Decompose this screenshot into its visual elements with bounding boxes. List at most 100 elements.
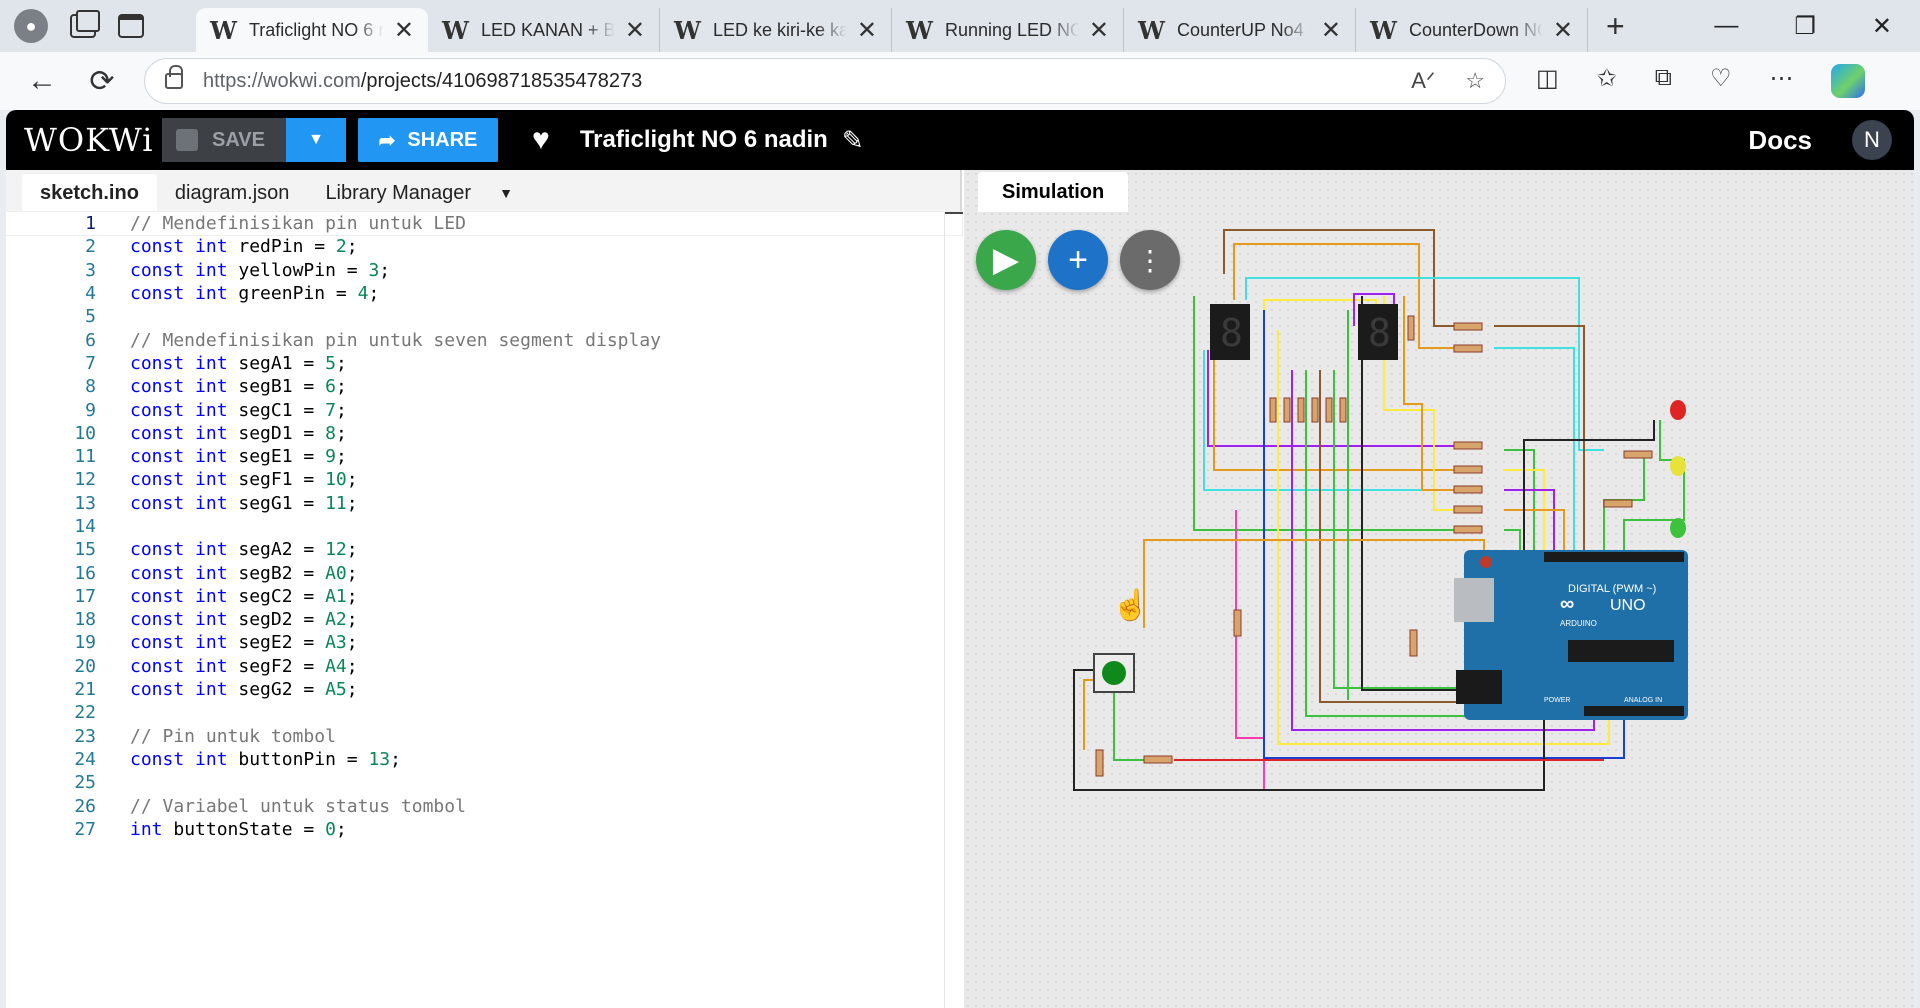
url-text[interactable]: https://wokwi.com/projects/4106987185354… [203, 70, 1411, 93]
share-button[interactable]: ➦ SHARE [358, 118, 498, 162]
wire-orange-top[interactable] [1233, 243, 1454, 349]
wire-green-led[interactable] [1623, 480, 1685, 550]
code-line[interactable]: 10 const int segD1 = 8; [6, 422, 962, 445]
line-number: 10 [74, 422, 96, 444]
browser-tab[interactable]: W CounterUP No4 nadin ✕ [1124, 8, 1356, 52]
new-tab-button[interactable]: + [1606, 8, 1625, 45]
arduino-uno-board[interactable]: DIGITAL (PWM ~) ∞ UNO ARDUINO POWER ANAL… [1454, 550, 1688, 720]
circuit-diagram[interactable]: 8 8 DIGITAL (PWM ~) ∞ UNO ARDUINO POWER … [964, 170, 1914, 1008]
code-line[interactable]: 6 // Mendefinisikan pin untuk seven segme… [6, 328, 962, 351]
code-text: // Pin untuk tombol [130, 725, 336, 747]
tab-strip-left-controls: ● [0, 9, 196, 43]
code-line[interactable]: 1 // Mendefinisikan pin untuk LED [6, 210, 963, 237]
led-yellow[interactable] [1670, 456, 1686, 476]
code-line[interactable]: 11 const int segE1 = 9; [6, 445, 962, 468]
code-line[interactable]: 3 const int yellowPin = 3; [6, 259, 962, 282]
favorites-icon[interactable]: ✩ [1597, 64, 1617, 98]
close-tab-icon[interactable]: ✕ [1089, 16, 1109, 45]
wire-purple-mid[interactable] [1207, 350, 1464, 447]
code-line[interactable]: 15 const int segA2 = 12; [6, 538, 962, 561]
reset-button[interactable] [1480, 556, 1492, 568]
seven-segment-display-2[interactable]: 8 [1358, 304, 1398, 360]
tab-diagram-json[interactable]: diagram.json [157, 174, 308, 212]
refresh-button[interactable]: ⟳ [72, 64, 132, 99]
restore-icon[interactable]: ❐ [1794, 12, 1816, 41]
code-line[interactable]: 8 const int segB1 = 6; [6, 375, 962, 398]
close-tab-icon[interactable]: ✕ [394, 16, 414, 45]
code-line[interactable]: 18 const int segD2 = A2; [6, 608, 962, 631]
push-button[interactable] [1093, 653, 1135, 693]
code-line[interactable]: 20 const int segF2 = A4; [6, 655, 962, 678]
browser-tab[interactable]: W LED KANAN + BUZZER ✕ [428, 8, 660, 52]
code-line[interactable]: 25 [6, 771, 962, 794]
browser-tab[interactable]: W Traficlight NO 6 nadin ✕ [196, 8, 428, 52]
line-number: 16 [74, 562, 96, 584]
code-line[interactable]: 13 const int segG1 = 11; [6, 492, 962, 515]
code-line[interactable]: 24 const int buttonPin = 13; [6, 748, 962, 771]
code-line[interactable]: 26 // Variabel untuk status tombol [6, 794, 962, 817]
project-title[interactable]: Traficlight NO 6 nadin [580, 126, 828, 154]
tab-actions-icon[interactable] [118, 14, 144, 38]
wire-cyan-top[interactable] [1245, 277, 1604, 451]
user-avatar[interactable]: N [1852, 120, 1892, 160]
code-line[interactable]: 19 const int segE2 = A3; [6, 631, 962, 654]
browser-tab[interactable]: W LED ke kiri-ke kanan ✕ [660, 8, 892, 52]
like-heart-icon[interactable]: ♥ [532, 123, 550, 157]
code-line[interactable]: 17 const int segC2 = A1; [6, 585, 962, 608]
seven-segment-display-1[interactable]: 8 [1210, 304, 1250, 360]
minimize-icon[interactable]: — [1714, 12, 1738, 41]
close-tab-icon[interactable]: ✕ [1553, 16, 1573, 45]
code-line[interactable]: 27 int buttonState = 0; [6, 818, 962, 841]
wire-green-right-2[interactable] [1504, 529, 1521, 550]
edit-title-pencil-icon[interactable]: ✎ [842, 125, 864, 156]
favorite-star-icon[interactable]: ☆ [1465, 68, 1485, 94]
code-line[interactable]: 22 [6, 701, 962, 724]
close-tab-icon[interactable]: ✕ [625, 16, 645, 45]
wire-brown-right[interactable] [1494, 325, 1585, 550]
simulation-pane: Simulation ▶ + ⋮ 8 8 DIGITAL (PWM ~) ∞ U… [964, 170, 1914, 1008]
wire-orange-button[interactable] [1143, 539, 1485, 628]
led-red[interactable] [1670, 400, 1686, 420]
code-line[interactable]: 5 [6, 305, 962, 328]
copilot-icon[interactable] [1831, 64, 1866, 98]
read-aloud-icon[interactable]: Aᐟ [1411, 68, 1435, 94]
code-line[interactable]: 23 // Pin untuk tombol [6, 725, 962, 748]
browser-essentials-icon[interactable]: ♡ [1710, 64, 1732, 98]
code-line[interactable]: 7 const int segA1 = 5; [6, 352, 962, 375]
docs-link[interactable]: Docs [1748, 125, 1812, 156]
wire-pink[interactable] [1235, 510, 1265, 790]
wokwi-logo[interactable]: WOKWi [6, 121, 162, 159]
url-path: /projects/410698718535478273 [360, 69, 643, 92]
save-dropdown-button[interactable]: ▼ [286, 118, 346, 162]
close-tab-icon[interactable]: ✕ [857, 16, 877, 45]
wire-green-button[interactable] [1113, 688, 1144, 761]
browser-tab[interactable]: W Running LED NO3 ✕ [892, 8, 1124, 52]
back-button[interactable]: ← [12, 64, 72, 98]
code-line[interactable]: 4 const int greenPin = 4; [6, 282, 962, 305]
code-line[interactable]: 9 const int segC1 = 7; [6, 398, 962, 421]
tab-library-manager[interactable]: Library Manager [307, 174, 489, 212]
save-button[interactable]: SAVE [162, 118, 286, 162]
chevron-down-icon: ▼ [308, 131, 324, 148]
collections-icon[interactable]: ⧉ [1655, 64, 1672, 98]
profile-icon[interactable]: ● [14, 9, 48, 43]
close-tab-icon[interactable]: ✕ [1321, 16, 1341, 45]
close-window-icon[interactable]: ✕ [1872, 12, 1892, 41]
code-line[interactable]: 21 const int segG2 = A5; [6, 678, 962, 701]
tab-sketch-ino[interactable]: sketch.ino [22, 174, 157, 212]
workspaces-icon[interactable] [70, 10, 100, 38]
code-line[interactable]: 16 const int segB2 = A0; [6, 561, 962, 584]
split-screen-icon[interactable]: ◫ [1536, 64, 1559, 98]
editor-scrollbar[interactable] [944, 212, 963, 1008]
led-green[interactable] [1670, 518, 1686, 538]
more-menu-icon[interactable]: ⋯ [1769, 64, 1793, 98]
lock-icon[interactable] [165, 65, 183, 89]
address-bar[interactable]: https://wokwi.com/projects/4106987185354… [144, 58, 1506, 104]
wire-purple-right[interactable] [1504, 489, 1555, 550]
browser-tab[interactable]: W CounterDown NO5 ✕ [1356, 8, 1588, 52]
editor-tabs-dropdown-icon[interactable]: ▼ [489, 174, 523, 212]
code-line[interactable]: 2 const int redPin = 2; [6, 235, 962, 258]
code-area[interactable]: 1 // Mendefinisikan pin untuk LED 2 const i… [6, 210, 963, 1008]
code-line[interactable]: 14 [6, 515, 962, 538]
code-line[interactable]: 12 const int segF1 = 10; [6, 468, 962, 491]
